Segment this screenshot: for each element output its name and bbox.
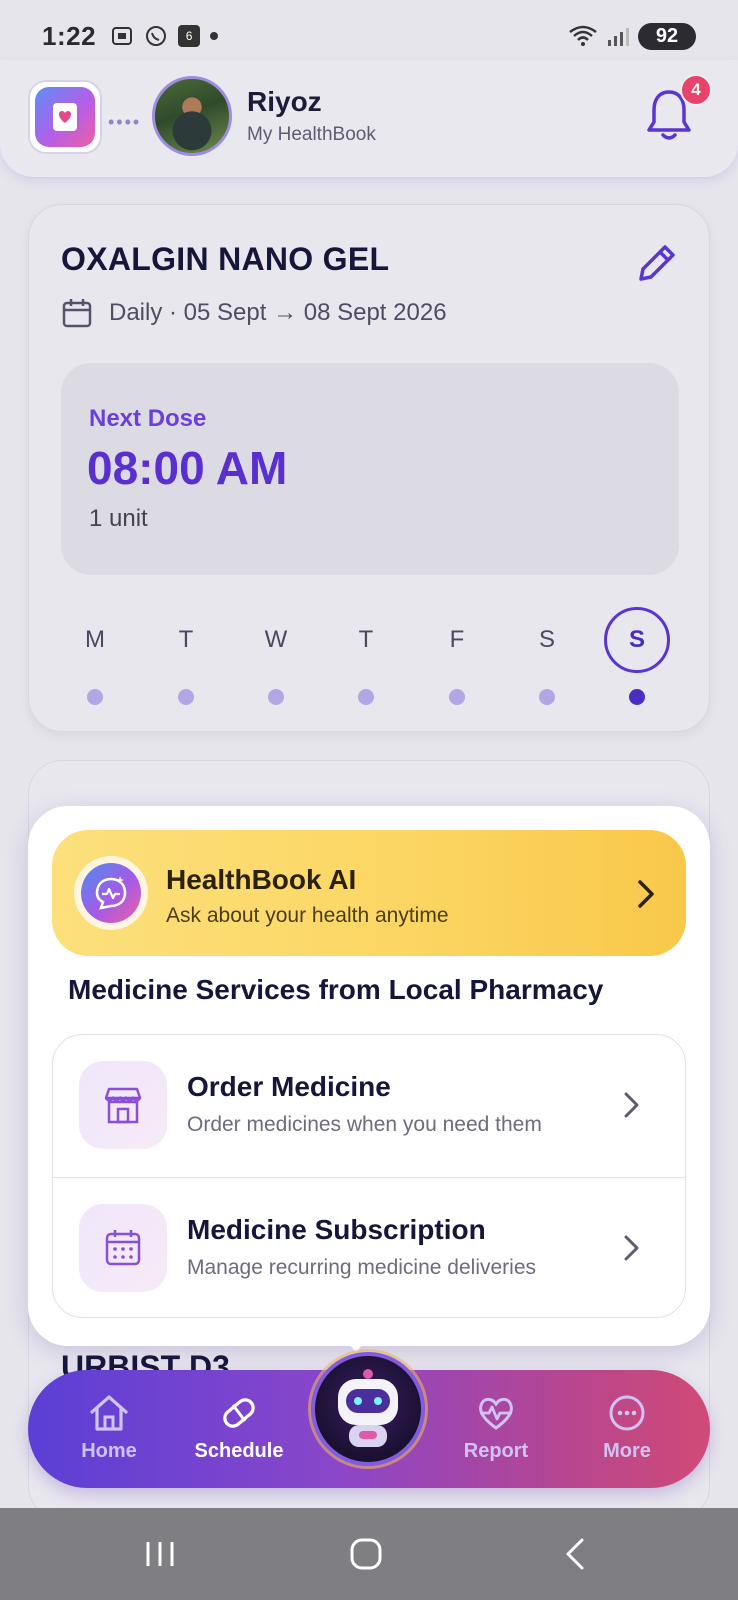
schedule-row: Daily · 05 Sept → 08 Sept 2026 xyxy=(61,297,447,329)
nav-report[interactable]: Report xyxy=(441,1392,551,1463)
ai-robot-button[interactable] xyxy=(311,1352,425,1466)
schedule-text: Daily · 05 Sept → 08 Sept 2026 xyxy=(109,299,447,326)
day-letter: T xyxy=(178,626,194,653)
chevron-right-icon xyxy=(624,1235,639,1261)
day-letter: S xyxy=(538,626,555,653)
app-subtitle: My HealthBook xyxy=(247,124,376,145)
medicine-subscription-item[interactable]: Medicine Subscription Manage recurring m… xyxy=(53,1177,685,1317)
medicine-subscription-subtitle: Manage recurring medicine deliveries xyxy=(187,1256,537,1279)
day-sunday[interactable]: S xyxy=(603,607,671,705)
signal-icon xyxy=(608,28,629,46)
day-monday[interactable]: M xyxy=(61,607,129,705)
dose-amount: 1 unit xyxy=(89,505,148,532)
next-dose-time: 08:00 AM xyxy=(87,442,288,494)
day-dot xyxy=(629,689,645,705)
recent-apps-icon[interactable] xyxy=(142,1538,178,1570)
day-letter: S xyxy=(604,607,670,673)
next-dose-label: Next Dose xyxy=(89,405,207,432)
day-thursday[interactable]: T xyxy=(332,607,400,705)
day-dot xyxy=(268,689,284,705)
battery-indicator: 92 xyxy=(638,22,696,50)
calendar-grid-icon xyxy=(79,1204,167,1292)
heart-pulse-icon xyxy=(479,1397,513,1430)
healthbook-book-icon xyxy=(53,103,77,131)
nav-more-label: More xyxy=(603,1440,651,1462)
robot-icon xyxy=(333,1369,403,1449)
app-logo[interactable] xyxy=(28,80,102,154)
more-dot-icon xyxy=(210,32,219,40)
calendar-icon xyxy=(62,299,92,328)
whatsapp-icon xyxy=(146,26,167,46)
day-saturday[interactable]: S xyxy=(513,607,581,705)
user-name: Riyoz xyxy=(247,86,322,117)
day-dot xyxy=(358,689,374,705)
home-button-icon[interactable] xyxy=(348,1536,384,1572)
day-tuesday[interactable]: T xyxy=(152,607,220,705)
services-section-title: Medicine Services from Local Pharmacy xyxy=(68,974,604,1005)
services-list: Order Medicine Order medicines when you … xyxy=(52,1034,686,1318)
nav-more[interactable]: More xyxy=(572,1392,682,1463)
day-letter: T xyxy=(358,626,374,653)
wifi-icon xyxy=(569,25,597,46)
ai-title: HealthBook AI xyxy=(166,864,357,895)
medicine-card[interactable]: OXALGIN NANO GEL Daily · 05 Sept → 08 Se… xyxy=(28,204,710,732)
week-day-selector: M T W T F S S xyxy=(61,607,679,707)
day-dot xyxy=(449,689,465,705)
nav-home[interactable]: Home xyxy=(54,1392,164,1463)
day-letter: M xyxy=(85,626,105,653)
day-friday[interactable]: F xyxy=(423,607,491,705)
day-wednesday[interactable]: W xyxy=(242,607,310,705)
ai-chat-icon xyxy=(74,856,148,930)
order-medicine-title: Order Medicine xyxy=(187,1071,391,1102)
home-icon xyxy=(90,1395,128,1431)
nav-report-label: Report xyxy=(463,1440,529,1462)
nav-schedule-label: Schedule xyxy=(194,1440,284,1462)
day-letter: W xyxy=(264,626,288,653)
calendar-status-icon: 6 xyxy=(178,25,201,47)
ai-subtitle: Ask about your health anytime xyxy=(166,904,449,927)
screenshot-icon xyxy=(112,27,133,45)
next-dose-panel: Next Dose 08:00 AM 1 unit xyxy=(61,363,679,575)
day-letter: F xyxy=(449,626,465,653)
order-medicine-subtitle: Order medicines when you need them xyxy=(187,1113,542,1136)
medicine-name: OXALGIN NANO GEL xyxy=(61,241,390,277)
nav-home-label: Home xyxy=(81,1440,137,1462)
profile-connector-dots: •••• xyxy=(108,112,142,132)
medicine-subscription-title: Medicine Subscription xyxy=(187,1214,486,1245)
services-popup: HealthBook AI Ask about your health anyt… xyxy=(28,806,710,1346)
status-notification-icons: 6 xyxy=(110,24,219,48)
pill-icon xyxy=(223,1398,255,1428)
system-navigation-bar xyxy=(0,1508,738,1600)
chevron-right-icon xyxy=(624,1092,639,1118)
back-icon[interactable] xyxy=(560,1536,590,1572)
day-dot xyxy=(539,689,555,705)
store-icon xyxy=(79,1061,167,1149)
chevron-right-icon xyxy=(638,880,654,908)
nav-schedule[interactable]: Schedule xyxy=(184,1392,294,1463)
app-header: •••• Riyoz My HealthBook 4 xyxy=(0,60,738,178)
healthbook-ai-banner[interactable]: HealthBook AI Ask about your health anyt… xyxy=(52,830,686,956)
avatar[interactable] xyxy=(152,76,232,156)
day-dot xyxy=(178,689,194,705)
edit-pencil-icon[interactable] xyxy=(633,239,681,287)
status-time: 1:22 xyxy=(42,20,97,51)
notification-badge: 4 xyxy=(680,74,712,106)
more-icon xyxy=(609,1395,645,1431)
day-dot xyxy=(87,689,103,705)
status-system-icons: 92 xyxy=(568,22,696,50)
popup-pointer xyxy=(342,1336,370,1352)
order-medicine-item[interactable]: Order Medicine Order medicines when you … xyxy=(53,1035,685,1177)
